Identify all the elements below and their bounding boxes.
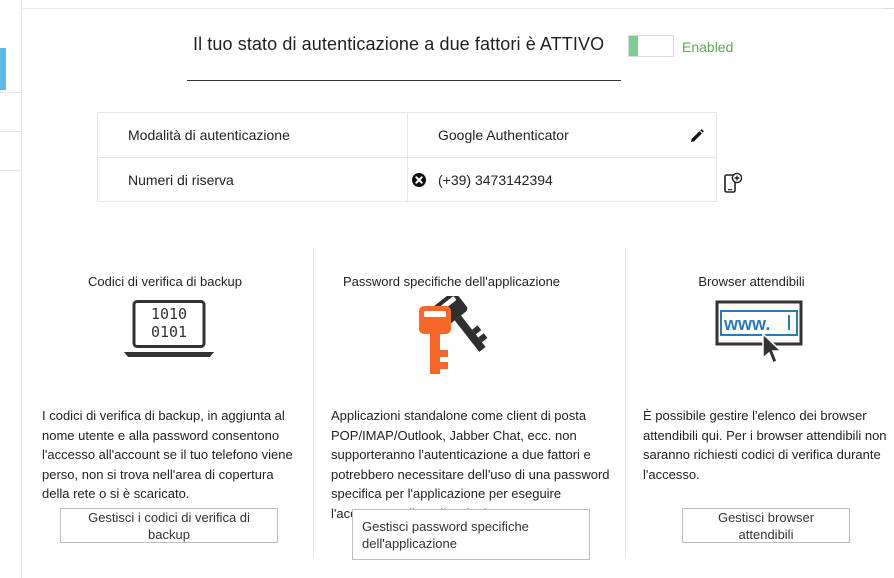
manage-backup-codes-button[interactable]: Gestisci i codici di verifica di backup — [60, 508, 278, 543]
svg-text:0101: 0101 — [151, 323, 187, 341]
nav-divider — [0, 92, 21, 93]
toggle-status-label: Enabled — [682, 39, 734, 55]
manage-trusted-browsers-button[interactable]: Gestisci browser attendibili — [682, 508, 850, 543]
laptop-binary-icon: 1010 0101 — [124, 300, 214, 357]
nav-active-indicator — [0, 48, 6, 90]
top-corner — [882, 0, 894, 9]
section-description: Applicazioni standalone come client di p… — [331, 408, 610, 521]
section-description: I codici di verifica di backup, in aggiu… — [42, 408, 293, 501]
manage-app-passwords-button[interactable]: Gestisci password specifiche dell'applic… — [352, 509, 590, 560]
section-title: Codici di verifica di backup — [88, 274, 242, 289]
remove-circle-icon[interactable] — [412, 173, 426, 187]
nav-divider — [0, 170, 21, 171]
section-title: Browser attendibili — [698, 274, 805, 289]
table-row: Modalità di autenticazione Google Authen… — [98, 113, 716, 158]
table-row: Numeri di riserva (+39) 3473142394 — [98, 158, 716, 202]
trusted-browsers-section: Browser attendibili www. È possibile ges… — [625, 248, 894, 558]
app-left-edge — [0, 0, 22, 578]
add-phone-icon[interactable] — [724, 172, 742, 194]
auth-mode-value: Google Authenticator — [438, 127, 569, 143]
app-passwords-section: Password specifiche dell'applicazione Ap… — [313, 248, 626, 560]
section-title: Password specifiche dell'applicazione — [342, 274, 561, 289]
keys-icon — [419, 296, 488, 374]
auth-methods-table: Modalità di autenticazione Google Authen… — [97, 112, 717, 202]
pencil-icon[interactable] — [690, 129, 704, 143]
section-description: È possibile gestire l'elenco dei browser… — [643, 408, 887, 482]
toggle-knob — [629, 36, 638, 56]
svg-text:www.: www. — [723, 314, 770, 334]
svg-text:1010: 1010 — [151, 305, 187, 323]
auth-mode-label: Modalità di autenticazione — [128, 127, 290, 143]
backup-numbers-label: Numeri di riserva — [128, 172, 234, 188]
backup-number-value: (+39) 3473142394 — [438, 172, 553, 188]
title-underline — [187, 80, 621, 81]
backup-codes-section: Codici di verifica di backup 1010 0101 I… — [30, 248, 312, 558]
browser-www-icon: www. — [715, 300, 803, 365]
nav-divider — [0, 131, 21, 132]
top-divider — [22, 8, 894, 9]
two-factor-status-title: Il tuo stato di autenticazione a due fat… — [193, 34, 605, 54]
two-factor-toggle[interactable] — [628, 35, 674, 57]
